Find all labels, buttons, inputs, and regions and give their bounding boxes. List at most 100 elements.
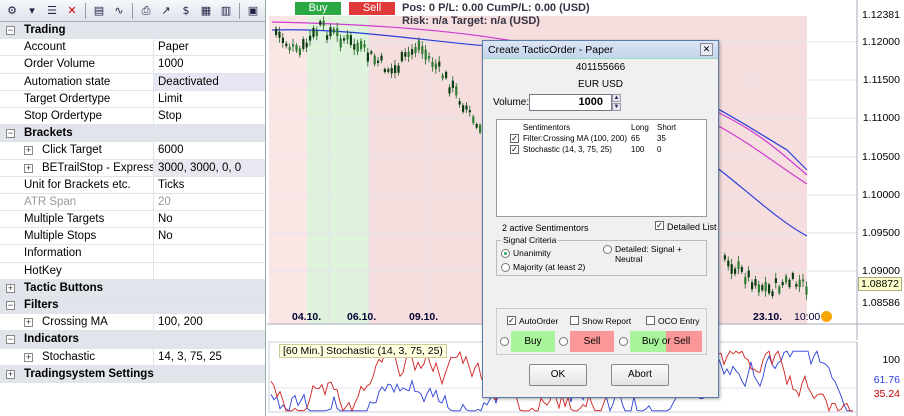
- price-tick: 1.09000: [862, 265, 900, 277]
- collapse-icon[interactable]: −: [6, 129, 15, 139]
- window-icon[interactable]: ▣: [244, 2, 262, 20]
- prop-order-volume[interactable]: Order Volume 1000: [0, 56, 265, 74]
- active-sentimentors-count: 2 active Sentimentors: [502, 223, 589, 233]
- expand-icon[interactable]: +: [6, 283, 15, 293]
- candle: [764, 281, 767, 292]
- close-icon[interactable]: ✕: [700, 43, 713, 56]
- sentimentor-checkbox[interactable]: ✓: [510, 145, 519, 154]
- candle: [336, 28, 339, 37]
- signal-criteria-group: Signal Criteria Unanimity Detailed: Sign…: [496, 235, 707, 276]
- candle: [451, 80, 454, 88]
- candle: [802, 279, 805, 282]
- candle: [377, 60, 380, 63]
- candle: [383, 68, 386, 73]
- unanimity-radio[interactable]: [501, 249, 510, 258]
- dialog-title: Create TacticOrder - Paper: [488, 44, 614, 56]
- candle: [387, 69, 390, 72]
- category-tradingsystem-settings[interactable]: + Tradingsystem Settings: [0, 365, 265, 383]
- expand-icon[interactable]: +: [24, 318, 33, 328]
- stochastic-k-value: 61.76: [873, 374, 900, 386]
- candle: [455, 86, 458, 96]
- prop-stop-ordertype[interactable]: Stop Ordertype Stop: [0, 107, 265, 126]
- sentimentor-checkbox[interactable]: ✓: [510, 134, 519, 143]
- show-report-checkbox[interactable]: [570, 316, 579, 325]
- buy-radio[interactable]: [500, 337, 509, 346]
- candle: [465, 105, 468, 110]
- buy-or-sell-button[interactable]: Buy or Sell: [630, 331, 702, 352]
- category-filters[interactable]: − Filters: [0, 297, 265, 315]
- prop-stochastic[interactable]: + Stochastic 14, 3, 75, 25: [0, 348, 265, 366]
- table-icon[interactable]: ▥: [217, 2, 235, 20]
- autoorder-checkbox[interactable]: ✓: [507, 316, 516, 325]
- delete-icon[interactable]: ✕: [63, 2, 81, 20]
- spin-up-icon[interactable]: ▲: [612, 94, 621, 102]
- price-tick: 1.11500: [862, 74, 900, 86]
- properties-panel: ⚙ ▾ ☰ ✕ ▤ ∿ ⎙ ↗ $ ▦ ▥ ▣ − Trading Account…: [0, 0, 266, 416]
- prop-crossing-ma[interactable]: + Crossing MA 100, 200: [0, 314, 265, 332]
- sentimentor-row[interactable]: ✓ Filter:Crossing MA (100, 200) 65 35: [497, 134, 706, 144]
- sell-radio[interactable]: [559, 337, 568, 346]
- ok-button[interactable]: OK: [529, 364, 587, 386]
- candle: [778, 286, 781, 294]
- expand-icon[interactable]: +: [24, 163, 33, 173]
- prop-betrailstop[interactable]: + BETrailStop - Express 3000, 3000, 0, 0: [0, 159, 265, 177]
- abort-button[interactable]: Abort: [611, 364, 669, 386]
- prop-account[interactable]: Account Paper: [0, 39, 265, 57]
- collapse-icon[interactable]: −: [6, 26, 15, 35]
- chart-buy-button[interactable]: Buy: [295, 2, 341, 15]
- collapse-icon[interactable]: −: [6, 301, 15, 310]
- date-tick: 10:00: [794, 311, 821, 323]
- prop-information[interactable]: Information: [0, 245, 265, 263]
- strategy-icon[interactable]: ▤: [90, 2, 108, 20]
- account-id: 401155666: [575, 62, 626, 73]
- date-tick: 09.10.: [409, 311, 439, 323]
- price-tick: 1.12381: [862, 9, 900, 21]
- instrument-label: EUR USD: [577, 79, 623, 90]
- settings-icon[interactable]: ⚙: [3, 2, 21, 20]
- buy-button[interactable]: Buy: [511, 331, 555, 352]
- prop-unit-brackets[interactable]: Unit for Brackets etc. Ticks: [0, 176, 265, 194]
- category-trading[interactable]: − Trading: [0, 22, 265, 40]
- expand-icon[interactable]: +: [24, 352, 33, 362]
- detailed-signal-radio[interactable]: [603, 245, 612, 254]
- candle: [373, 55, 376, 65]
- candle: [288, 46, 291, 51]
- spin-down-icon[interactable]: ▼: [612, 103, 621, 111]
- prop-multiple-targets[interactable]: Multiple Targets No: [0, 211, 265, 229]
- candle: [366, 52, 369, 62]
- candle: [734, 268, 737, 274]
- print-icon[interactable]: ⎙: [137, 2, 155, 20]
- currency-icon[interactable]: $: [177, 2, 195, 20]
- category-indicators[interactable]: − Indicators: [0, 331, 265, 349]
- sell-button[interactable]: Sell: [570, 331, 614, 352]
- chart-sell-button[interactable]: Sell: [349, 2, 395, 15]
- dropdown-icon[interactable]: ▾: [23, 2, 41, 20]
- prop-hotkey[interactable]: HotKey: [0, 262, 265, 280]
- candle: [319, 21, 322, 25]
- candle: [768, 284, 771, 294]
- sentimentor-row[interactable]: ✓ Stochastic (14, 3, 75, 25) 100 0: [497, 145, 706, 155]
- buy-or-sell-radio[interactable]: [619, 337, 628, 346]
- prop-click-target[interactable]: + Click Target 6000: [0, 142, 265, 160]
- dialog-titlebar[interactable]: Create TacticOrder - Paper ✕: [483, 41, 718, 59]
- category-tactic-buttons[interactable]: + Tactic Buttons: [0, 279, 265, 297]
- collapse-icon[interactable]: −: [6, 335, 15, 345]
- volume-input[interactable]: 1000: [529, 94, 612, 111]
- list-icon[interactable]: ☰: [43, 2, 61, 20]
- prop-target-ordertype[interactable]: Target Ordertype Limit: [0, 90, 265, 108]
- create-tacticorder-dialog: Create TacticOrder - Paper ✕ 401155666 E…: [482, 40, 719, 398]
- majority-radio[interactable]: [501, 263, 510, 272]
- trend-icon[interactable]: ↗: [157, 2, 175, 20]
- category-brackets[interactable]: − Brackets: [0, 125, 265, 143]
- candle: [475, 123, 478, 128]
- oco-entry-checkbox[interactable]: [646, 316, 655, 325]
- expand-icon[interactable]: +: [6, 369, 15, 379]
- prop-multiple-stops[interactable]: Multiple Stops No: [0, 228, 265, 246]
- expand-icon[interactable]: +: [24, 146, 33, 156]
- detailed-list-checkbox[interactable]: ✓: [655, 221, 664, 230]
- prop-automation-state[interactable]: Automation state Deactivated: [0, 73, 265, 91]
- chart-line-icon[interactable]: ∿: [110, 2, 128, 20]
- sentimentors-list[interactable]: Sentimentors Long Short ✓ Filter:Crossin…: [496, 119, 707, 217]
- grid-icon[interactable]: ▦: [197, 2, 215, 20]
- candle: [805, 286, 808, 295]
